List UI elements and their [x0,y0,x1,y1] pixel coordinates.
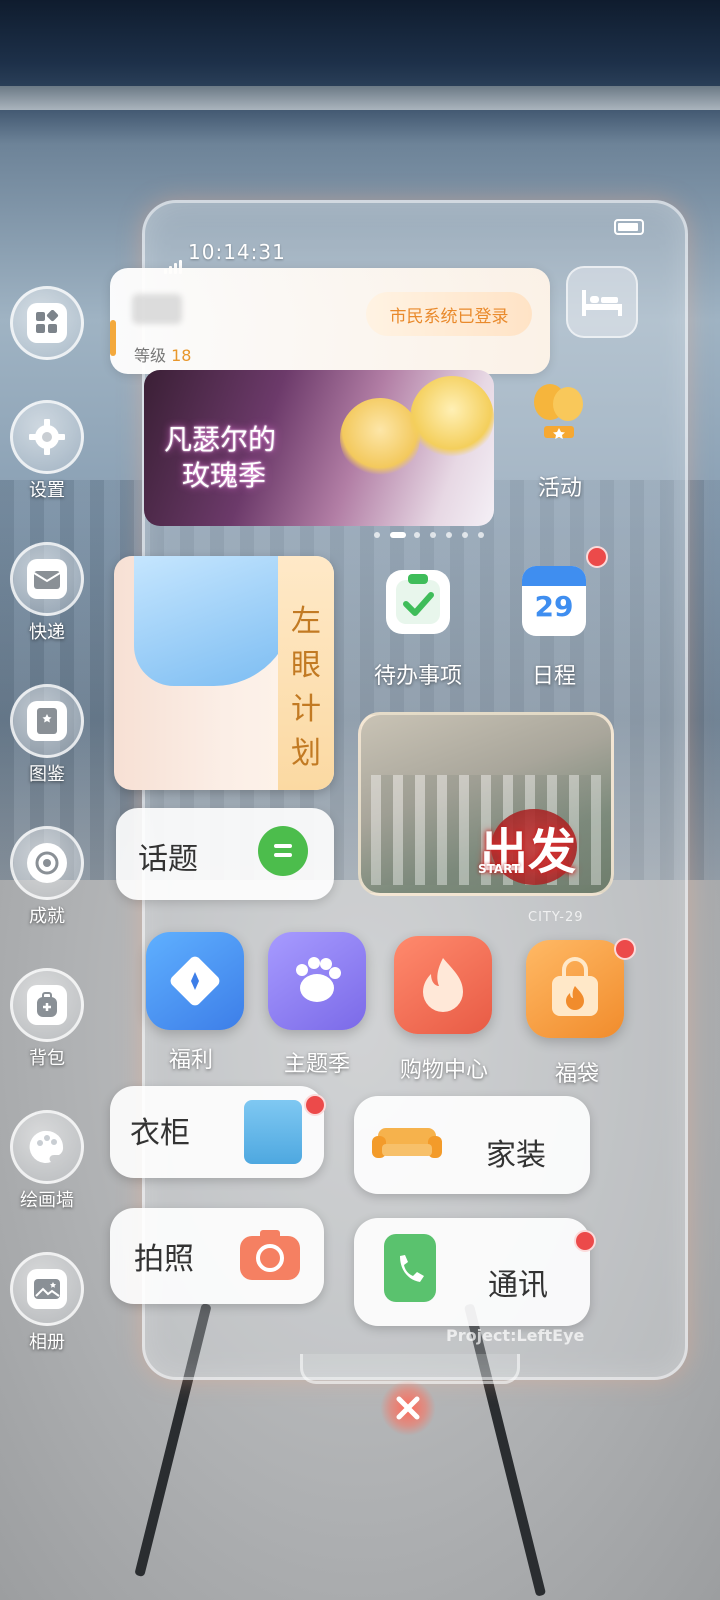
calendar-icon[interactable]: 29 [522,566,586,636]
sidebar-item-label: 背包 [29,1048,65,1069]
calendar-header [522,566,586,586]
book-icon [27,701,67,741]
banner-character-2 [410,376,494,460]
gear-icon [27,417,67,457]
schedule-badge [586,546,608,568]
todo-icon[interactable] [386,570,450,634]
palette-icon [27,1127,67,1167]
sidebar-item-label: 图鉴 [29,764,65,785]
widgets-icon [27,303,67,343]
user-level: 等级 18 [134,346,192,365]
banner-pagination [374,532,494,540]
banner-title: 凡瑟尔的 玫瑰季 [164,423,277,492]
sidebar-item-paint-wall[interactable]: 绘画墙 [8,1110,86,1212]
city-code: CITY-29 [528,910,584,925]
topic-label[interactable]: 话题 [138,834,198,878]
schedule-label[interactable]: 日程 [514,658,594,690]
sidebar-item-label: 成就 [29,906,65,927]
character-hair [134,556,294,686]
lucky-bag-label[interactable]: 福袋 [532,1056,622,1088]
sidebar-item-handbook[interactable]: 图鉴 [8,684,86,786]
calendar-day: 29 [534,590,574,623]
todo-label[interactable]: 待办事项 [356,658,480,690]
theme-season-app[interactable] [268,932,366,1030]
welfare-app[interactable] [146,932,244,1030]
shopping-center-app[interactable] [394,936,492,1034]
medal-icon [27,843,67,883]
parcel-icon [27,559,67,599]
top-metal-strip [0,86,720,110]
close-button[interactable] [380,1380,436,1436]
sidebar-item-backpack[interactable]: 背包 [8,968,86,1070]
close-icon [396,1396,420,1420]
sidebar-item-widgets[interactable] [8,286,86,360]
shopping-center-label[interactable]: 购物中心 [386,1052,502,1084]
sofa-icon [372,1118,442,1168]
paw-icon [296,957,341,1002]
sidebar-item-settings[interactable]: 设置 [8,400,86,502]
ticket-icon [170,956,220,1006]
balloon-icon[interactable] [524,380,594,442]
bed-icon [582,290,622,316]
sidebar-item-album[interactable]: 相册 [8,1252,86,1354]
citizen-status-badge: 市民系统已登录 [366,292,532,336]
banner-character-1 [340,398,420,478]
sidebar-item-label: 快递 [29,622,65,643]
communication-badge [574,1230,596,1252]
sidebar-item-label: 设置 [29,480,65,501]
sidebar-item-label: 相册 [29,1332,65,1353]
wardrobe-badge [304,1094,326,1116]
username-redacted [132,294,182,324]
flame-icon [423,958,463,1012]
battery-icon [614,219,644,235]
welfare-label[interactable]: 福利 [146,1042,236,1074]
theme-season-label[interactable]: 主题季 [268,1046,366,1078]
lucky-bag-app[interactable] [526,940,624,1038]
left-eye-label: 左眼计划 [291,604,321,771]
lucky-bag-badge [614,938,636,960]
start-sub-label: START [478,862,521,876]
sidebar-item-achievements[interactable]: 成就 [8,826,86,928]
top-dark-band [0,0,720,90]
chat-icon [258,826,308,876]
left-eye-plan-tile[interactable]: 左眼计划 [114,556,334,790]
level-accent [110,320,116,356]
event-banner[interactable]: 凡瑟尔的 玫瑰季 [144,370,494,526]
camera-icon [238,1226,302,1282]
phone-icon [382,1232,438,1304]
bag-icon [552,957,598,1016]
wardrobe-icon [244,1100,302,1164]
communication-label: 通讯 [488,1268,548,1303]
album-icon [27,1269,67,1309]
sidebar-item-parcel[interactable]: 快递 [8,542,86,644]
photo-label: 拍照 [134,1242,194,1277]
home-decor-label: 家装 [486,1138,546,1173]
activity-label[interactable]: 活动 [520,470,600,502]
status-time: 10:14:31 [188,240,286,264]
bed-button[interactable] [566,266,638,338]
backpack-icon [27,985,67,1025]
project-label: Project:LeftEye [446,1326,585,1345]
sidebar-item-label: 绘画墙 [20,1190,74,1211]
wardrobe-label: 衣柜 [130,1116,190,1151]
